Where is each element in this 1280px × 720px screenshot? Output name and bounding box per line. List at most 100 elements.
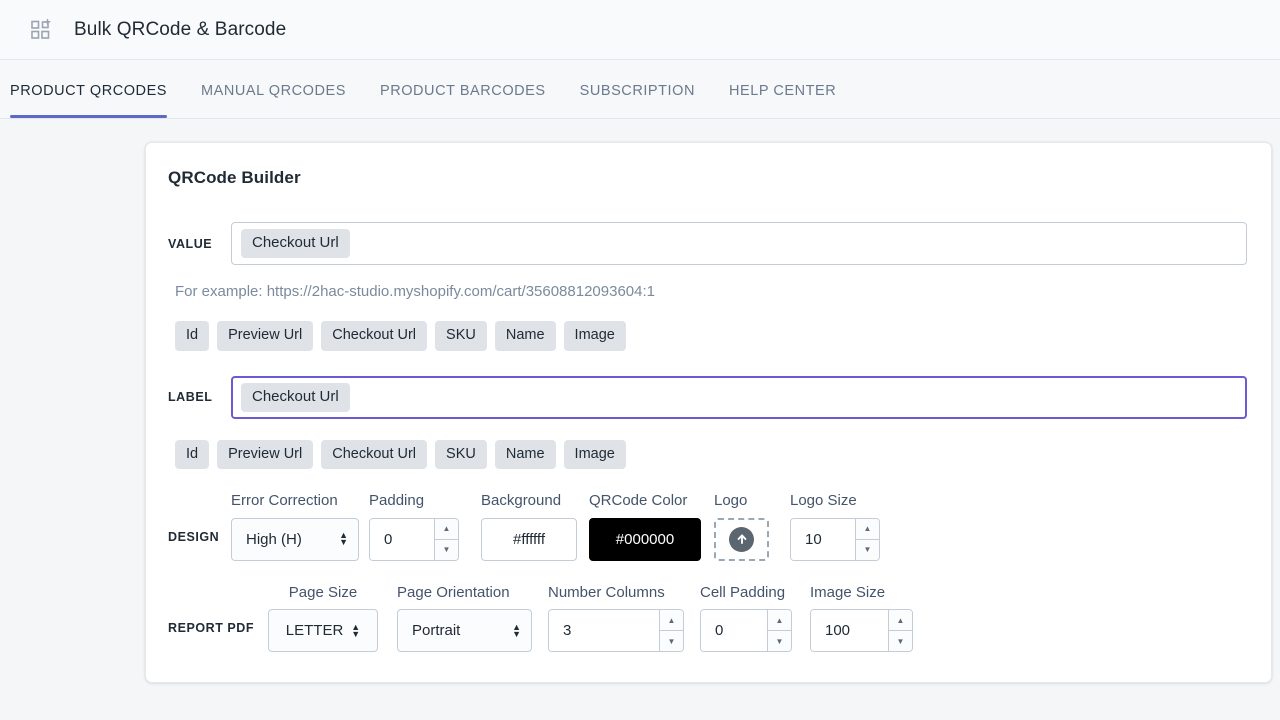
logo-size-label: Logo Size (790, 492, 857, 510)
value-input[interactable]: Checkout Url (231, 222, 1247, 265)
padding-decrement-icon[interactable]: ▼ (435, 539, 458, 560)
tab-bar: PRODUCT QRCODES MANUAL QRCODES PRODUCT B… (0, 60, 1280, 119)
background-control: Background #ffffff (481, 493, 577, 561)
card-title: QRCode Builder (168, 168, 301, 187)
padding-label: Padding (369, 492, 425, 510)
image-size-control: Image Size 100 ▲ ▼ (810, 583, 913, 653)
logo-dropzone[interactable] (714, 517, 769, 561)
logo-label: Logo (714, 492, 748, 510)
cell-padding-value[interactable]: 0 (701, 610, 767, 652)
page-orientation-label: Page Orientation (397, 583, 510, 601)
image-size-increment-icon[interactable]: ▲ (889, 610, 912, 632)
label-input[interactable]: Checkout Url (231, 375, 1247, 419)
error-correction-control: Error Correction High (H) ▲ ▼ (231, 493, 359, 561)
padding-increment-icon[interactable]: ▲ (435, 518, 458, 540)
number-columns-decrement-icon[interactable]: ▼ (660, 631, 683, 652)
value-token-name[interactable]: Name (494, 321, 556, 351)
image-size-decrement-icon[interactable]: ▼ (889, 631, 912, 652)
cell-padding-arrows[interactable]: ▲ ▼ (767, 610, 791, 652)
number-columns-value[interactable]: 3 (549, 610, 659, 652)
qrcode-color-label: QRCode Color (589, 492, 688, 510)
logo-size-arrows[interactable]: ▲ ▼ (855, 518, 879, 560)
logo-size-control: Logo Size 10 ▲ ▼ (790, 493, 880, 561)
background-color-input[interactable]: #ffffff (481, 517, 577, 561)
value-token-list: Id Preview Url Checkout Url SKU Name Ima… (168, 321, 1247, 351)
padding-control: Padding 0 ▲ ▼ (369, 493, 459, 561)
tab-manual-qrcodes[interactable]: MANUAL QRCODES (184, 83, 363, 118)
value-label: VALUE (168, 236, 213, 251)
report-pdf-row-label: REPORT PDF (168, 621, 255, 636)
design-controls: Error Correction High (H) ▲ ▼ Padding 0 ▲… (231, 493, 880, 561)
background-color-value: #ffffff (513, 530, 545, 548)
page-size-select[interactable]: LETTER ▲ ▼ (268, 609, 378, 653)
chevron-updown-icon: ▲ ▼ (512, 621, 521, 639)
background-label: Background (481, 492, 562, 510)
logo-size-stepper[interactable]: 10 ▲ ▼ (790, 517, 880, 561)
tab-subscription[interactable]: SUBSCRIPTION (563, 83, 712, 118)
image-size-arrows[interactable]: ▲ ▼ (888, 610, 912, 652)
app-header: Bulk QRCode & Barcode (0, 0, 1280, 60)
value-token-checkout-url[interactable]: Checkout Url (321, 321, 428, 351)
number-columns-arrows[interactable]: ▲ ▼ (659, 610, 683, 652)
image-size-label: Image Size (810, 583, 886, 601)
qrcode-builder-card: QRCode Builder VALUE Checkout Url For ex… (145, 142, 1272, 684)
logo-size-increment-icon[interactable]: ▲ (856, 518, 879, 540)
label-token-list: Id Preview Url Checkout Url SKU Name Ima… (168, 439, 1247, 470)
label-token-sku[interactable]: SKU (435, 439, 487, 470)
label-token-checkout-url[interactable]: Checkout Url (321, 439, 428, 470)
tab-product-barcodes[interactable]: PRODUCT BARCODES (363, 83, 563, 118)
label-token-image[interactable]: Image (563, 439, 626, 470)
number-columns-label: Number Columns (548, 583, 665, 601)
label-label: LABEL (168, 390, 213, 405)
error-correction-label: Error Correction (231, 492, 338, 510)
page-title: Bulk QRCode & Barcode (74, 18, 287, 40)
logo-size-value[interactable]: 10 (791, 518, 855, 560)
grid-plus-icon (30, 18, 52, 41)
page-orientation-control: Page Orientation Portrait ▲ ▼ (397, 583, 532, 653)
tab-help-center[interactable]: HELP CENTER (712, 83, 853, 118)
number-columns-stepper[interactable]: 3 ▲ ▼ (548, 609, 684, 653)
cell-padding-increment-icon[interactable]: ▲ (768, 610, 791, 632)
logo-size-decrement-icon[interactable]: ▼ (856, 539, 879, 560)
qrcode-color-control: QRCode Color #000000 (589, 493, 701, 561)
page-orientation-select[interactable]: Portrait ▲ ▼ (397, 609, 532, 653)
page-size-control: Page Size LETTER ▲ ▼ (268, 583, 378, 653)
tab-product-qrcodes[interactable]: PRODUCT QRCODES (10, 83, 184, 118)
number-columns-control: Number Columns 3 ▲ ▼ (548, 583, 684, 653)
logo-control: Logo (714, 493, 769, 561)
error-correction-select[interactable]: High (H) ▲ ▼ (231, 517, 359, 561)
upload-arrow-icon (729, 526, 754, 552)
label-field-row: LABEL Checkout Url (168, 375, 1247, 419)
padding-value[interactable]: 0 (370, 518, 434, 560)
report-pdf-row: REPORT PDF Page Size LETTER ▲ ▼ Page Orie… (168, 583, 1247, 653)
value-field-row: VALUE Checkout Url (168, 222, 1247, 265)
value-token-sku[interactable]: SKU (435, 321, 487, 351)
chevron-updown-icon: ▲ ▼ (351, 621, 361, 639)
padding-stepper[interactable]: 0 ▲ ▼ (369, 517, 459, 561)
cell-padding-control: Cell Padding 0 ▲ ▼ (700, 583, 792, 653)
cell-padding-label: Cell Padding (700, 583, 786, 601)
value-token-preview-url[interactable]: Preview Url (217, 321, 314, 351)
value-token-id[interactable]: Id (175, 321, 210, 351)
number-columns-increment-icon[interactable]: ▲ (660, 610, 683, 632)
padding-arrows[interactable]: ▲ ▼ (434, 518, 458, 560)
page-size-label: Page Size (288, 583, 358, 601)
value-chip[interactable]: Checkout Url (241, 229, 350, 258)
error-correction-value: High (H) (246, 530, 302, 548)
label-token-name[interactable]: Name (494, 439, 556, 470)
design-row: DESIGN Error Correction High (H) ▲ ▼ Padd… (168, 493, 1247, 561)
qrcode-color-input[interactable]: #000000 (589, 517, 701, 561)
cell-padding-decrement-icon[interactable]: ▼ (768, 631, 791, 652)
qrcode-color-value: #000000 (615, 530, 675, 548)
image-size-value[interactable]: 100 (811, 610, 888, 652)
page-orientation-value: Portrait (412, 622, 461, 640)
design-row-label: DESIGN (168, 529, 220, 544)
label-token-id[interactable]: Id (175, 439, 210, 470)
label-chip[interactable]: Checkout Url (241, 382, 350, 412)
value-hint: For example: https://2hac-studio.myshopi… (175, 283, 655, 300)
image-size-stepper[interactable]: 100 ▲ ▼ (810, 609, 913, 653)
main-content: QRCode Builder VALUE Checkout Url For ex… (0, 119, 1280, 684)
value-token-image[interactable]: Image (563, 321, 626, 351)
label-token-preview-url[interactable]: Preview Url (217, 439, 314, 470)
cell-padding-stepper[interactable]: 0 ▲ ▼ (700, 609, 792, 653)
